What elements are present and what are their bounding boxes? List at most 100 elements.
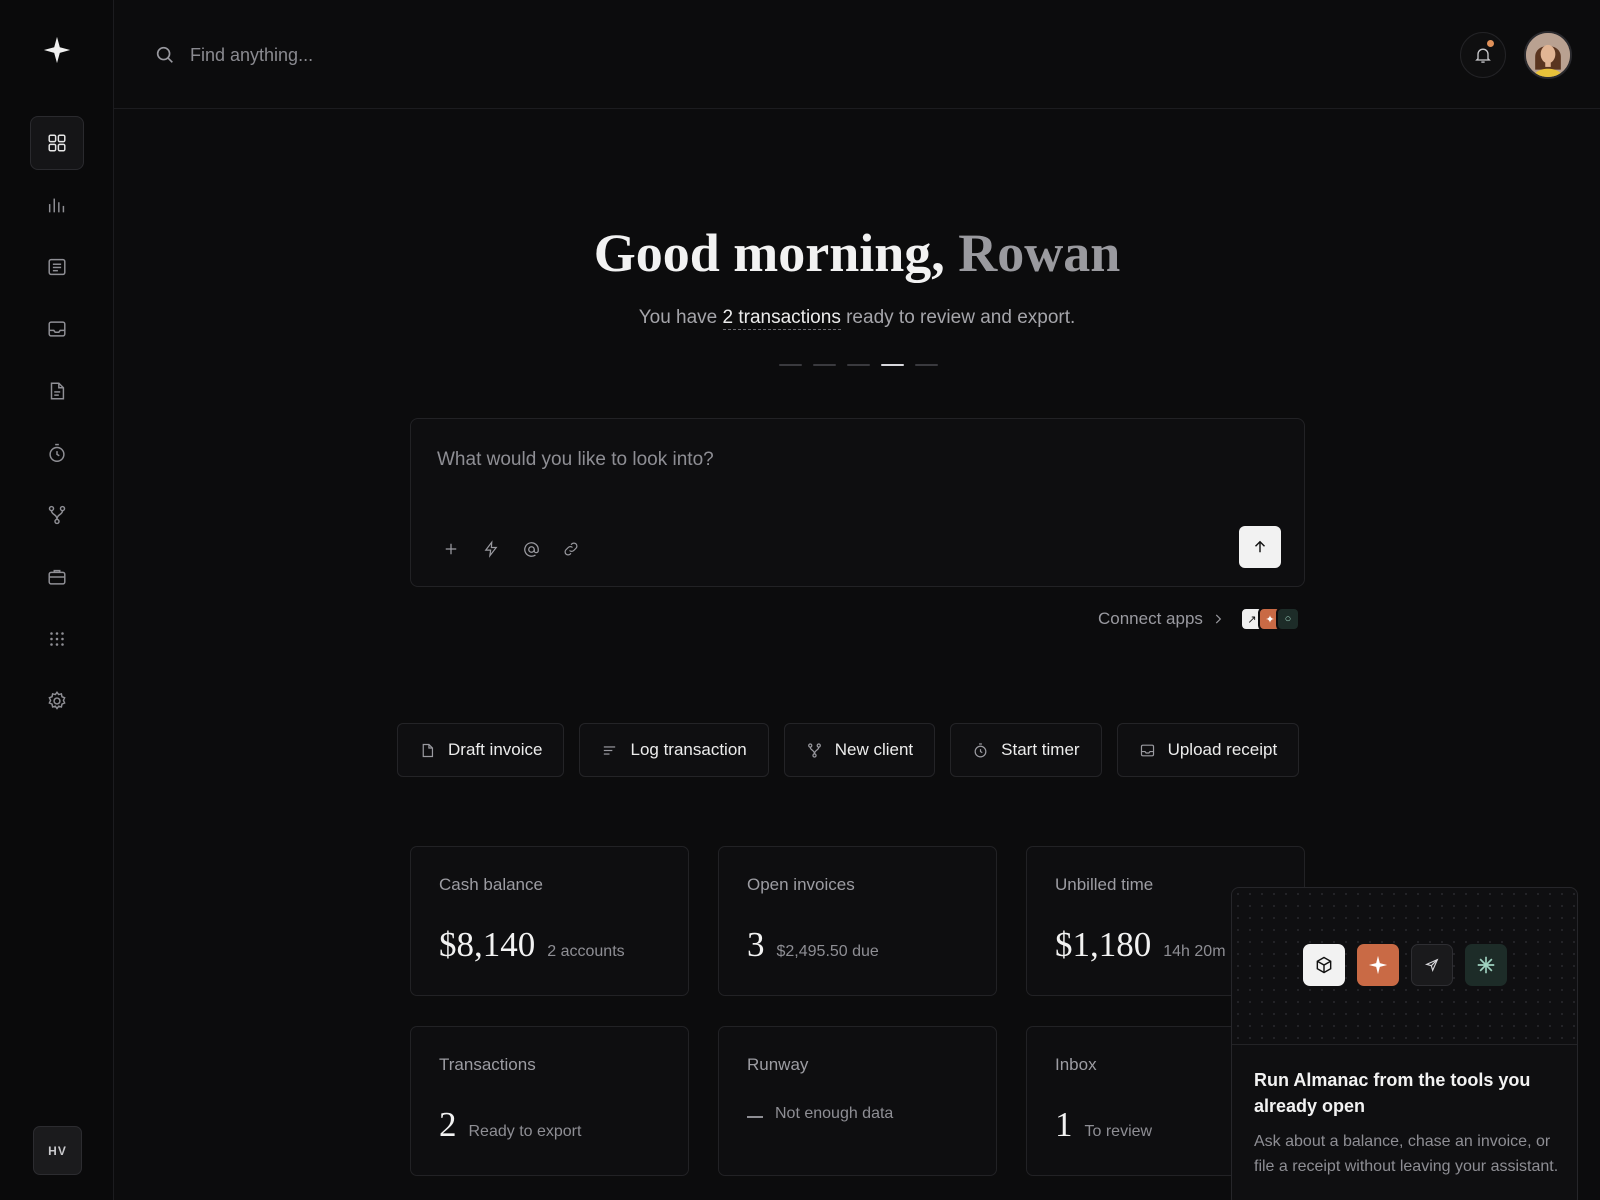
dots-grid-icon — [50, 632, 64, 646]
carousel-dot[interactable] — [813, 364, 836, 366]
user-name: Rowan — [958, 223, 1121, 283]
sidebar: HV — [0, 0, 114, 1200]
chevron-right-icon — [1215, 614, 1222, 624]
notifications-button[interactable] — [1460, 32, 1506, 78]
card-value-row: 3 $2,495.50 due — [747, 925, 879, 965]
card-sub: Ready to export — [468, 1123, 582, 1140]
card-value-row: 2 Ready to export — [439, 1105, 581, 1145]
search-input[interactable] — [190, 38, 690, 72]
prompt-input[interactable] — [437, 445, 1237, 475]
sidebar-item-dashboard[interactable] — [30, 116, 84, 170]
paper-plane-icon — [1411, 944, 1453, 986]
carousel-indicator — [779, 364, 938, 366]
workspace-switcher-button[interactable]: HV — [33, 1126, 82, 1175]
card-value: $8,140 — [439, 925, 536, 964]
arrow-up-icon — [1254, 540, 1266, 553]
search-icon — [156, 46, 173, 63]
card-value-row: 1 To review — [1055, 1105, 1152, 1145]
open-invoices-card[interactable]: Open invoices 3 $2,495.50 due — [718, 846, 997, 996]
log-transaction-button[interactable]: Log transaction — [579, 723, 769, 777]
transactions-card[interactable]: Transactions 2 Ready to export — [410, 1026, 689, 1176]
shortcuts-button[interactable] — [477, 535, 505, 563]
upload-receipt-button[interactable]: Upload receipt — [1116, 723, 1300, 777]
bar-chart-icon — [48, 198, 65, 213]
file-icon — [422, 743, 434, 757]
inbox-icon — [1140, 744, 1154, 756]
draft-invoice-button[interactable]: Draft invoice — [397, 723, 565, 777]
list-icon — [48, 258, 66, 276]
send-button[interactable] — [1239, 526, 1281, 568]
greeting-text: Good morning, — [593, 223, 945, 283]
connected-apps-stack[interactable]: ↗ ✦ ○ — [1240, 607, 1300, 631]
attach-button[interactable] — [437, 535, 465, 563]
card-label: Runway — [747, 1055, 809, 1074]
card-value: 3 — [747, 925, 765, 964]
sidebar-item-documents[interactable] — [30, 240, 84, 294]
cash-balance-card[interactable]: Cash balance $8,140 2 accounts — [410, 846, 689, 996]
action-label: New client — [834, 740, 914, 759]
carousel-dot[interactable] — [847, 364, 870, 366]
action-label: Draft invoice — [448, 740, 543, 759]
runway-card[interactable]: Runway Not enough data — [718, 1026, 997, 1176]
action-label: Log transaction — [630, 740, 747, 759]
promo-illustration — [1232, 888, 1577, 1045]
app-root: HV Good morning, Rowan You have 2 transa… — [0, 0, 1600, 1200]
promo-app-icons — [1303, 944, 1507, 986]
assistant-prompt-box — [410, 418, 1305, 587]
sidebar-item-settings[interactable] — [30, 674, 84, 728]
greeting-subline: You have 2 transactions ready to review … — [114, 307, 1600, 330]
promo-title: Run Almanac from the tools you already o… — [1254, 1070, 1531, 1116]
transactions-link[interactable]: 2 transactions — [722, 307, 841, 330]
sidebar-item-apps[interactable] — [30, 612, 84, 666]
card-label: Transactions — [439, 1055, 536, 1074]
integrations-promo-popover[interactable]: Run Almanac from the tools you already o… — [1231, 887, 1578, 1200]
timer-icon — [974, 742, 987, 757]
timer-icon — [49, 443, 65, 462]
subline-prefix: You have — [638, 307, 723, 328]
sidebar-item-projects[interactable] — [30, 550, 84, 604]
mention-button[interactable] — [517, 535, 545, 563]
bell-icon — [1475, 48, 1491, 63]
subline-suffix: ready to review and export. — [840, 307, 1076, 328]
brand-logo-icon[interactable] — [41, 34, 73, 66]
file-icon — [50, 382, 65, 400]
asterisk-icon — [1465, 944, 1507, 986]
branch-icon — [807, 742, 821, 758]
lightning-icon — [484, 540, 498, 558]
sidebar-item-invoices[interactable] — [30, 364, 84, 418]
sidebar-item-clients[interactable] — [30, 488, 84, 542]
sparkle-icon — [1357, 944, 1399, 986]
carousel-dot[interactable] — [779, 364, 802, 366]
connect-apps-label: Connect apps — [1098, 609, 1203, 628]
card-sub: $2,495.50 due — [776, 943, 879, 960]
user-avatar[interactable] — [1524, 31, 1572, 79]
lines-icon — [604, 745, 616, 755]
card-sub: 14h 20m — [1163, 943, 1226, 960]
card-label: Cash balance — [439, 875, 543, 894]
sidebar-item-time[interactable] — [30, 426, 84, 480]
card-label: Open invoices — [747, 875, 855, 894]
new-client-button[interactable]: New client — [783, 723, 936, 777]
card-value-row: Not enough data — [747, 1105, 893, 1124]
card-value-row: $8,140 2 accounts — [439, 925, 625, 965]
avatar-portrait — [1526, 33, 1570, 77]
carousel-dot[interactable] — [881, 364, 904, 366]
empty-value-dash — [747, 1116, 763, 1118]
card-value-row: $1,180 14h 20m — [1055, 925, 1226, 965]
at-sign-icon — [523, 541, 539, 557]
plus-icon — [445, 543, 457, 555]
card-value: 1 — [1055, 1105, 1073, 1144]
link-button[interactable] — [557, 535, 585, 563]
grid-icon — [48, 134, 66, 152]
promo-text: Ask about a balance, chase an invoice, o… — [1254, 1133, 1559, 1175]
inbox-icon — [48, 321, 66, 337]
top-bar — [114, 0, 1600, 109]
cube-icon — [1303, 944, 1345, 986]
carousel-dot[interactable] — [915, 364, 938, 366]
notification-dot — [1487, 40, 1494, 47]
connect-apps-link[interactable]: Connect apps — [1098, 609, 1225, 629]
gear-icon — [48, 691, 66, 710]
sidebar-item-reports[interactable] — [30, 178, 84, 232]
start-timer-button[interactable]: Start timer — [950, 723, 1102, 777]
sidebar-item-inbox[interactable] — [30, 302, 84, 356]
